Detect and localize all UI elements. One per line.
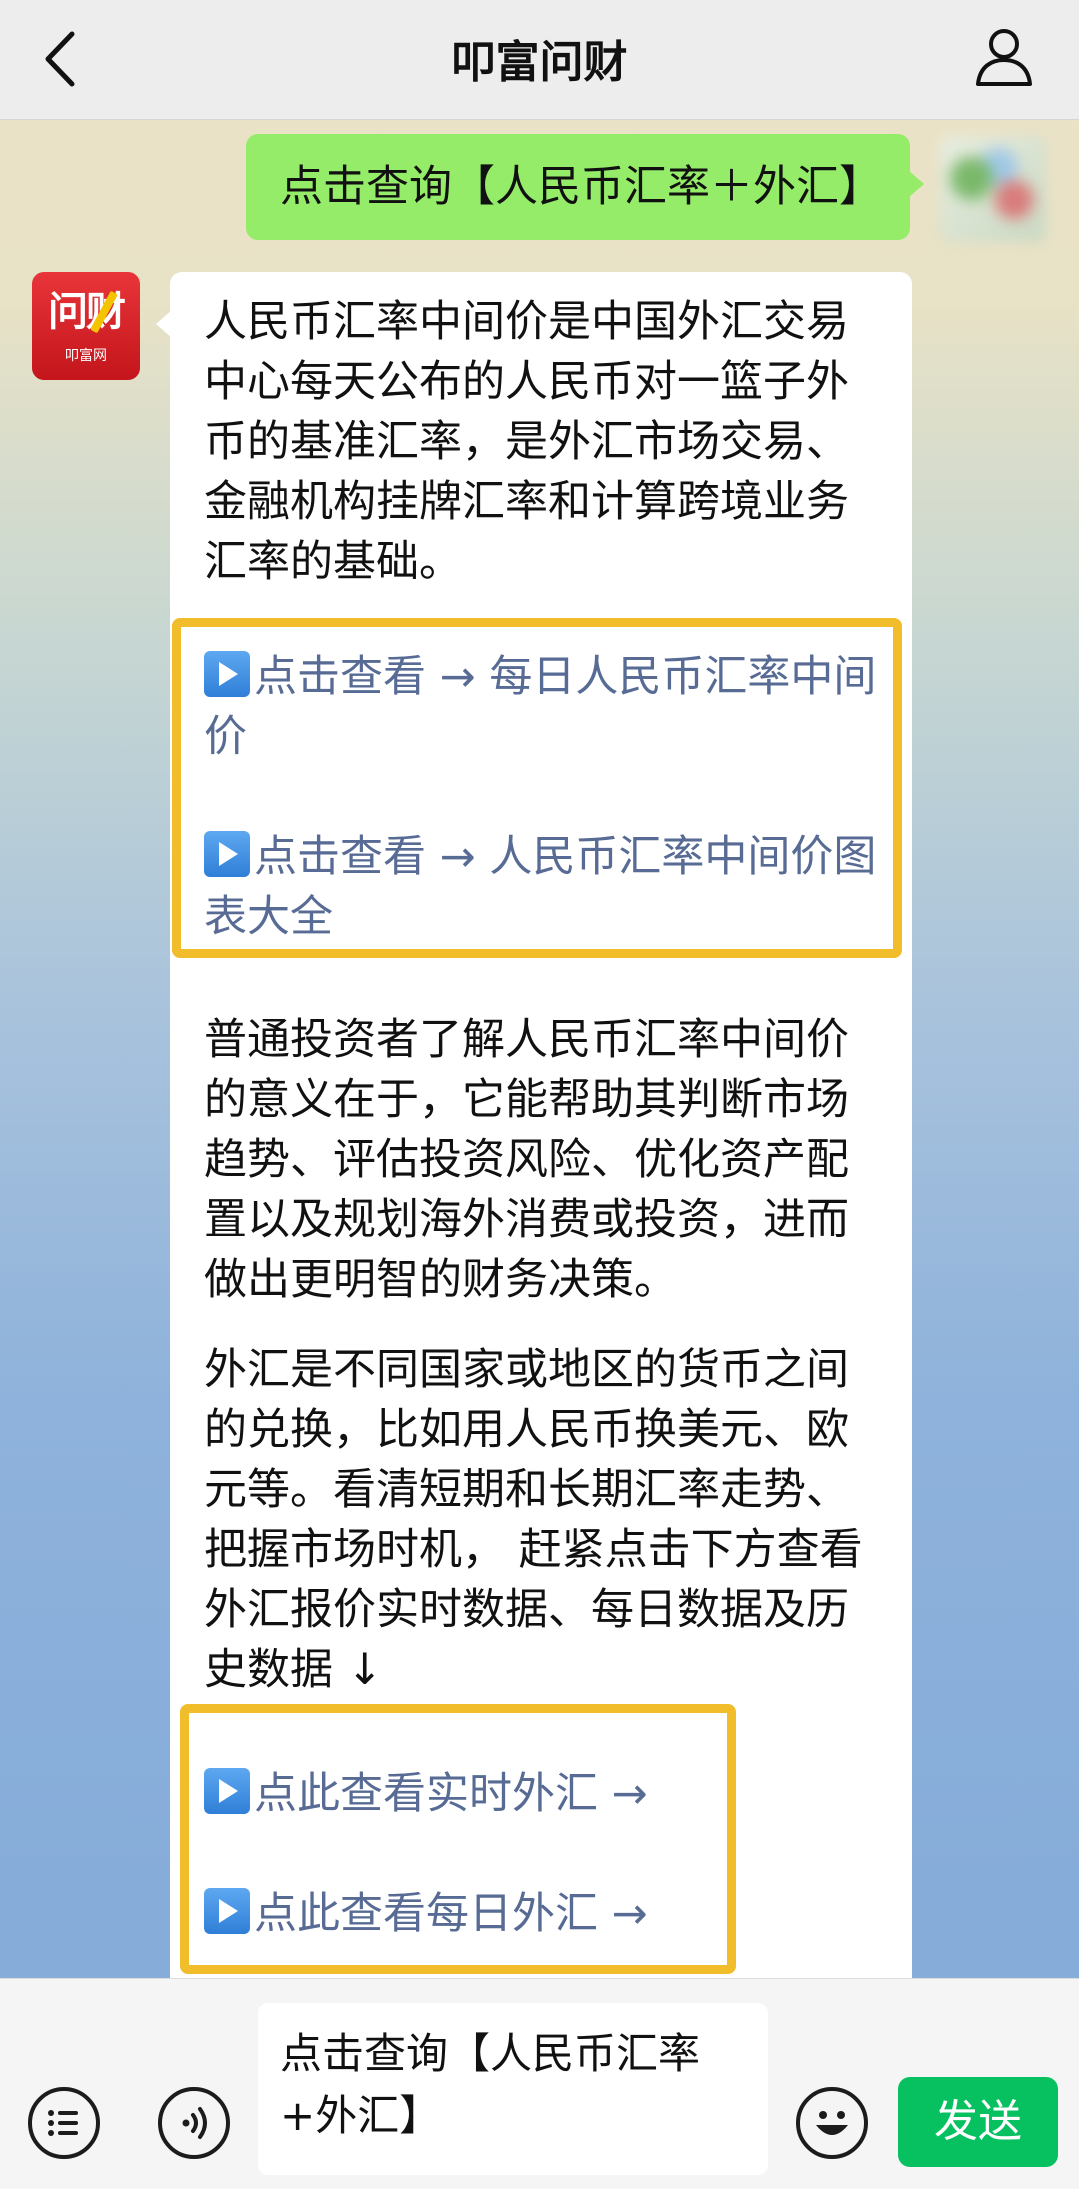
list-icon [48,2110,78,2136]
text-line: 元等。看清短期和长期汇率走势、 [204,1465,849,1515]
text-line: 外汇是不同国家或地区的货币之间 [204,1345,849,1395]
play-icon [204,1768,250,1814]
text-line: 置以及规划海外消费或投资，进而 [204,1195,849,1245]
text-line: 的意义在于，它能帮助其判断市场 [204,1075,849,1125]
bot-avatar[interactable]: 问财 叩富网 [32,272,140,380]
text-line: 人民币汇率中间价是中国外汇交易 [204,297,849,347]
link-line: 表大全 [204,892,333,942]
page-title: 叩富问财 [451,37,628,88]
play-icon [204,831,250,877]
emoji-button[interactable] [796,2087,868,2159]
play-icon [204,651,250,697]
daily-central-parity-link[interactable]: 点击查看 → 每日人民币汇率中间 价 [204,647,894,767]
user-profile-icon[interactable] [972,24,1036,88]
chat-area[interactable]: 点击查询【人民币汇率＋外汇】 问财 叩富网 人民币汇率中间价是中国外汇交易 中心… [0,120,1079,1978]
sent-message-bubble[interactable]: 点击查询【人民币汇率＋外汇】 [246,134,924,240]
smiley-icon [816,2111,848,2135]
text-line: 做出更明智的财务决策。 [204,1255,677,1305]
send-button[interactable]: 发送 [898,2077,1058,2167]
text-line: 趋势、评估投资风险、优化资产配 [204,1135,849,1185]
text-line: 汇率的基础。 [204,537,462,587]
text-line: 的兑换，比如用人民币换美元、欧 [204,1405,849,1455]
link-line: 点击查看 → 人民币汇率中间价图 [204,827,894,887]
user-avatar[interactable] [940,136,1046,242]
bot-avatar-logo-text: 问财 [48,289,126,335]
bot-avatar-subtext: 叩富网 [65,348,107,364]
received-message-bubble: 人民币汇率中间价是中国外汇交易 中心每天公布的人民币对一篮子外 币的基准汇率，是… [156,272,912,1978]
link-line: 点击查看 → 每日人民币汇率中间 [204,647,894,707]
input-line: 点击查询【人民币汇率 [280,2029,701,2078]
forex-paragraph: 外汇是不同国家或地区的货币之间 的兑换，比如用人民币换美元、欧 元等。看清短期和… [204,1340,894,1700]
voice-input-button[interactable] [158,2087,230,2159]
input-line: +外汇】 [280,2091,442,2140]
text-line: 史数据 ↓ [204,1645,383,1695]
text-line: 把握市场时机， 赶紧点击下方查看 [204,1525,863,1575]
realtime-forex-link[interactable]: 点此查看实时外汇 → [204,1764,894,1824]
play-icon [204,1888,250,1934]
text-line: 普通投资者了解人民币汇率中间价 [204,1015,849,1065]
link-line: 价 [204,712,247,762]
investor-paragraph: 普通投资者了解人民币汇率中间价 的意义在于，它能帮助其判断市场 趋势、评估投资风… [204,1010,894,1310]
text-line: 金融机构挂牌汇率和计算跨境业务 [204,477,849,527]
voice-icon [182,2107,207,2139]
composer-bar: 点击查询【人民币汇率 +外汇】 发送 [0,1978,1079,2189]
menu-list-button[interactable] [28,2087,100,2159]
text-line: 币的基准汇率，是外汇市场交易、 [204,417,849,467]
text-line: 外汇报价实时数据、每日数据及历 [204,1585,849,1635]
text-line: 中心每天公布的人民币对一篮子外 [204,357,849,407]
intro-paragraph: 人民币汇率中间价是中国外汇交易 中心每天公布的人民币对一篮子外 币的基准汇率，是… [204,292,894,592]
central-parity-charts-link[interactable]: 点击查看 → 人民币汇率中间价图 表大全 [204,827,894,947]
daily-forex-link[interactable]: 点此查看每日外汇 → [204,1884,894,1944]
top-bar: 叩富问财 [0,0,1079,120]
message-input[interactable]: 点击查询【人民币汇率 +外汇】 [258,2003,768,2175]
